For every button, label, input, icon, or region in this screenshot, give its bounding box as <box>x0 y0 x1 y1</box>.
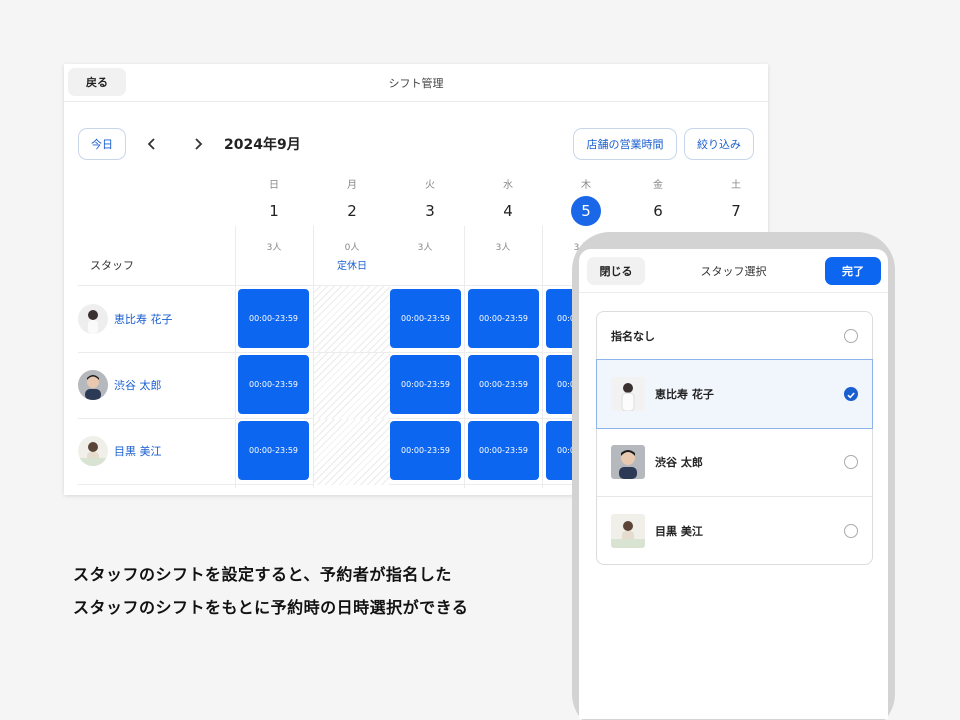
closed-day-label: 定休日 <box>337 261 367 272</box>
day-header-1[interactable]: 日 1 <box>235 176 313 226</box>
filter-button[interactable]: 絞り込み <box>684 128 754 160</box>
prev-week-button[interactable] <box>142 134 162 154</box>
weekday-label: 火 <box>425 180 435 191</box>
selected-date-label: 5 <box>571 196 601 226</box>
staff-row-shibuya[interactable]: 渋谷 太郎 <box>78 365 228 405</box>
staff-row-meguro[interactable]: 目黒 美江 <box>78 431 228 471</box>
avatar <box>78 436 108 466</box>
shift-block[interactable]: 00:00-23:59 <box>238 355 309 414</box>
store-hours-button[interactable]: 店舗の営業時間 <box>573 128 677 160</box>
staff-count: 3人 <box>417 243 433 253</box>
chevron-right-icon <box>195 138 203 150</box>
shift-block[interactable]: 00:00-23:59 <box>238 289 309 348</box>
staff-column-header: スタッフ <box>90 259 134 272</box>
shift-block[interactable]: 00:00-23:59 <box>390 421 461 480</box>
option-label: 恵比寿 花子 <box>655 388 714 401</box>
avatar <box>78 304 108 334</box>
day-header-5[interactable]: 木 5 <box>547 176 625 226</box>
closed-day-cell <box>314 419 390 485</box>
date-label: 4 <box>503 202 513 220</box>
date-label: 6 <box>653 202 663 220</box>
shift-block[interactable]: 00:00-23:59 <box>390 355 461 414</box>
staff-name: 渋谷 太郎 <box>114 379 162 392</box>
caption-line-1: スタッフのシフトを設定すると、予約者が指名した <box>73 565 452 584</box>
day-header-2[interactable]: 月 2 <box>313 176 391 226</box>
weekday-label: 水 <box>503 180 513 191</box>
option-label: 目黒 美江 <box>655 525 703 538</box>
shift-block[interactable]: 00:00-23:59 <box>468 355 539 414</box>
grid-divider <box>235 226 236 488</box>
day-header-4[interactable]: 水 4 <box>469 176 547 226</box>
shift-block[interactable]: 00:00-23:59 <box>390 289 461 348</box>
weekday-label: 木 <box>581 180 591 191</box>
staff-row-ebisu[interactable]: 恵比寿 花子 <box>78 299 228 339</box>
avatar <box>78 370 108 400</box>
grid-divider <box>542 226 543 488</box>
option-ebisu[interactable]: 恵比寿 花子 <box>596 359 873 429</box>
option-label: 渋谷 太郎 <box>655 456 703 469</box>
modal-header: 閉じる スタッフ選択 完了 <box>579 249 888 293</box>
weekday-label: 土 <box>731 180 741 191</box>
staff-count: 3人 <box>266 243 282 253</box>
check-icon <box>847 392 855 399</box>
option-label: 指名なし <box>611 330 655 343</box>
next-week-button[interactable] <box>188 134 208 154</box>
option-meguro[interactable]: 目黒 美江 <box>597 497 872 565</box>
date-label: 1 <box>269 202 279 220</box>
radio-button[interactable] <box>844 329 858 343</box>
month-label: 2024年9月 <box>224 137 301 153</box>
staff-option-list: 指名なし 恵比寿 花子 渋谷 太郎 目黒 美江 <box>596 311 873 565</box>
grid-divider <box>464 226 465 488</box>
day-header-7[interactable]: 土 7 <box>697 176 768 226</box>
avatar <box>611 377 645 411</box>
day-header-3[interactable]: 火 3 <box>391 176 469 226</box>
shift-block[interactable]: 00:00-23:59 <box>468 289 539 348</box>
radio-button[interactable] <box>844 455 858 469</box>
staff-count: 3人 <box>495 243 511 253</box>
staff-count: 0人 <box>344 243 360 253</box>
staff-name: 目黒 美江 <box>114 445 162 458</box>
phone-mockup: 閉じる スタッフ選択 完了 指名なし 恵比寿 花子 渋谷 太郎 目黒 美江 <box>572 232 895 720</box>
closed-day-cell <box>314 353 390 419</box>
avatar <box>611 445 645 479</box>
radio-button[interactable] <box>844 524 858 538</box>
day-header-6[interactable]: 金 6 <box>619 176 697 226</box>
weekday-label: 月 <box>347 180 357 191</box>
chevron-left-icon <box>147 138 155 150</box>
staff-name: 恵比寿 花子 <box>114 313 173 326</box>
closed-day-cell <box>314 286 390 352</box>
weekday-label: 日 <box>269 180 279 191</box>
staff-select-screen: 閉じる スタッフ選択 完了 指名なし 恵比寿 花子 渋谷 太郎 目黒 美江 <box>579 249 888 719</box>
date-label: 7 <box>731 202 741 220</box>
avatar <box>611 514 645 548</box>
radio-button-checked[interactable] <box>844 387 858 401</box>
panel-header: 戻る シフト管理 <box>64 64 768 102</box>
shift-block[interactable]: 00:00-23:59 <box>468 421 539 480</box>
shift-block[interactable]: 00:00-23:59 <box>238 421 309 480</box>
page-title: シフト管理 <box>388 77 444 90</box>
today-button[interactable]: 今日 <box>78 128 126 160</box>
weekday-label: 金 <box>653 180 663 191</box>
date-label: 2 <box>347 202 357 220</box>
date-label: 3 <box>425 202 435 220</box>
option-no-preference[interactable]: 指名なし <box>597 312 872 360</box>
done-button[interactable]: 完了 <box>825 257 881 285</box>
caption-line-2: スタッフのシフトをもとに予約時の日時選択ができる <box>73 598 469 617</box>
option-shibuya[interactable]: 渋谷 太郎 <box>597 428 872 496</box>
